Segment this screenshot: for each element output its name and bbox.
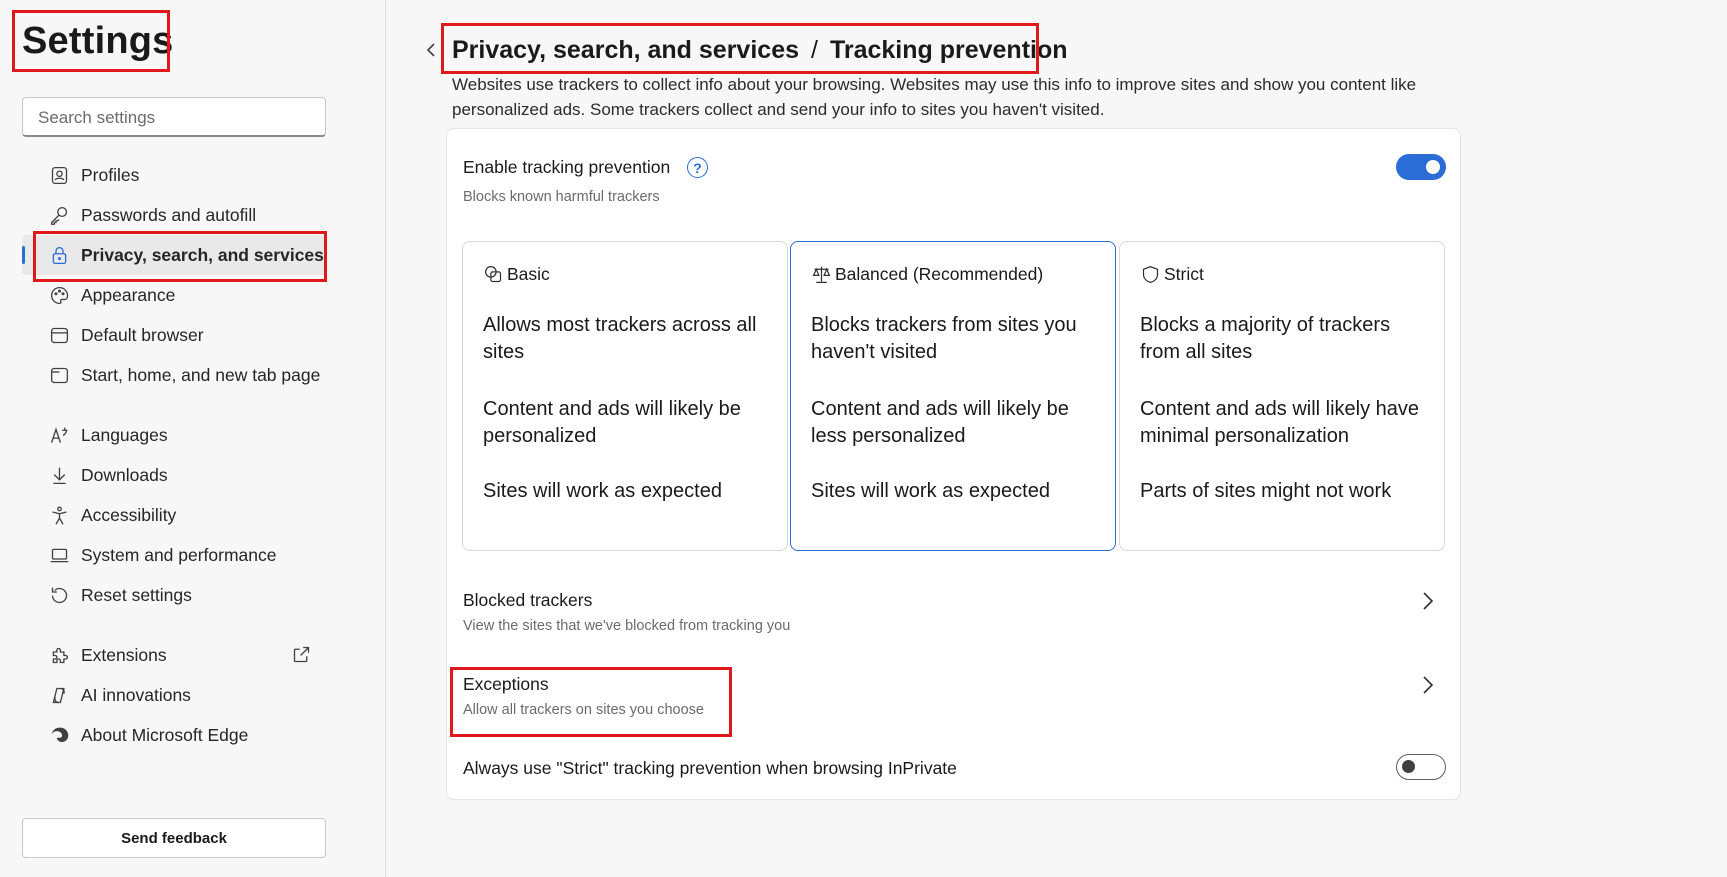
sidebar-nav: Profiles Passwords and autofill Privacy,… (22, 155, 326, 755)
sidebar-item-downloads[interactable]: Downloads (22, 455, 326, 495)
lock-icon (48, 244, 70, 266)
page-description: Websites use trackers to collect info ab… (452, 75, 1417, 119)
chevron-right-icon (1422, 591, 1434, 611)
breadcrumb-parent[interactable]: Privacy, search, and services (452, 36, 799, 64)
tracking-prevention-card: Enable tracking prevention ? Blocks know… (446, 128, 1461, 800)
enable-tracking-title: Enable tracking prevention (463, 157, 671, 177)
sidebar-item-ai-innovations[interactable]: AI innovations (22, 675, 326, 715)
sidebar-item-label: Default browser (81, 324, 204, 345)
exceptions-subtitle: Allow all trackers on sites you choose (463, 702, 704, 718)
sidebar-item-default-browser[interactable]: Default browser (22, 315, 326, 355)
breadcrumb: Privacy, search, and services / Tracking p… (452, 36, 1068, 65)
sidebar: Settings Search settings Profiles Passwo… (0, 0, 386, 877)
sidebar-item-label: AI innovations (81, 684, 191, 705)
sidebar-item-label: Accessibility (81, 504, 177, 525)
chevron-right-icon (1422, 675, 1434, 695)
inprivate-strict-title: Always use "Strict" tracking prevention … (463, 758, 957, 778)
level-name: Basic (507, 264, 550, 284)
level-card-basic[interactable]: Basic Allows most trackers across all si… (462, 241, 788, 551)
enable-tracking-subtitle: Blocks known harmful trackers (463, 189, 660, 205)
palette-icon (48, 284, 70, 306)
sidebar-item-start-home[interactable]: Start, home, and new tab page (22, 355, 326, 395)
help-icon[interactable]: ? (687, 157, 708, 178)
back-button[interactable] (424, 40, 438, 60)
sidebar-item-label: System and performance (81, 544, 277, 565)
level-line: Content and ads will likely be personali… (483, 398, 741, 447)
basic-shapes-icon (485, 266, 502, 283)
laptop-icon (48, 544, 70, 566)
accessibility-icon (48, 504, 70, 526)
level-line: Content and ads will likely have minimal… (1140, 398, 1420, 447)
profile-icon (48, 164, 70, 186)
sidebar-item-passwords[interactable]: Passwords and autofill (22, 195, 326, 235)
key-icon (48, 204, 70, 226)
sidebar-item-label: Downloads (81, 464, 168, 485)
shield-icon (1142, 265, 1159, 284)
level-name: Strict (1164, 264, 1204, 284)
sidebar-item-label: Languages (81, 424, 168, 445)
sidebar-item-label: Appearance (81, 284, 176, 305)
inprivate-strict-toggle[interactable] (1396, 754, 1446, 780)
ai-icon (48, 684, 70, 706)
sidebar-item-languages[interactable]: Languages (22, 415, 326, 455)
settings-title: Settings (22, 20, 174, 62)
level-line: Allows most trackers across all sites (483, 314, 757, 363)
sidebar-item-accessibility[interactable]: Accessibility (22, 495, 326, 535)
sidebar-item-system[interactable]: System and performance (22, 535, 326, 575)
sidebar-item-privacy[interactable]: Privacy, search, and services (22, 235, 326, 275)
sidebar-item-label: Start, home, and new tab page (81, 364, 321, 385)
level-line: Sites will work as expected (483, 480, 722, 502)
sidebar-item-extensions[interactable]: Extensions (22, 635, 326, 675)
scales-icon (812, 266, 831, 283)
enable-tracking-toggle[interactable] (1396, 154, 1446, 180)
edge-logo-icon (48, 724, 70, 746)
level-card-strict[interactable]: Strict Blocks a majority of trackers fro… (1119, 241, 1445, 551)
sidebar-item-appearance[interactable]: Appearance (22, 275, 326, 315)
puzzle-icon (48, 644, 70, 666)
sidebar-item-label: Passwords and autofill (81, 204, 257, 225)
breadcrumb-separator: / (811, 36, 818, 64)
level-card-balanced[interactable]: Balanced (Recommended) Blocks trackers f… (790, 241, 1116, 551)
sidebar-item-reset[interactable]: Reset settings (22, 575, 326, 615)
sidebar-item-label: Extensions (81, 644, 167, 665)
sidebar-item-label: Reset settings (81, 584, 192, 605)
download-icon (48, 464, 70, 486)
sidebar-item-profiles[interactable]: Profiles (22, 155, 326, 195)
sidebar-item-label: Profiles (81, 164, 140, 185)
level-line: Sites will work as expected (811, 480, 1050, 502)
level-name: Balanced (Recommended) (835, 264, 1044, 284)
blocked-trackers-subtitle: View the sites that we've blocked from t… (463, 618, 791, 634)
browser-icon (48, 324, 70, 346)
exceptions-title: Exceptions (463, 674, 549, 694)
languages-icon (48, 424, 70, 446)
level-line: Parts of sites might not work (1140, 480, 1392, 502)
send-feedback-button[interactable]: Send feedback (22, 818, 326, 858)
sidebar-item-label: About Microsoft Edge (81, 724, 249, 745)
tab-page-icon (48, 364, 70, 386)
sidebar-item-about[interactable]: About Microsoft Edge (22, 715, 326, 755)
level-line: Content and ads will likely be less pers… (811, 398, 1069, 447)
level-line: Blocks a majority of trackers from all s… (1140, 314, 1391, 363)
sidebar-item-label: Privacy, search, and services (81, 244, 324, 265)
search-input[interactable]: Search settings (22, 97, 326, 137)
blocked-trackers-title: Blocked trackers (463, 590, 593, 610)
chevron-left-icon (426, 43, 435, 57)
reset-icon (48, 584, 70, 606)
level-line: Blocks trackers from sites you haven't v… (811, 314, 1077, 363)
breadcrumb-current: Tracking prevention (829, 36, 1068, 64)
external-link-icon (291, 644, 312, 670)
